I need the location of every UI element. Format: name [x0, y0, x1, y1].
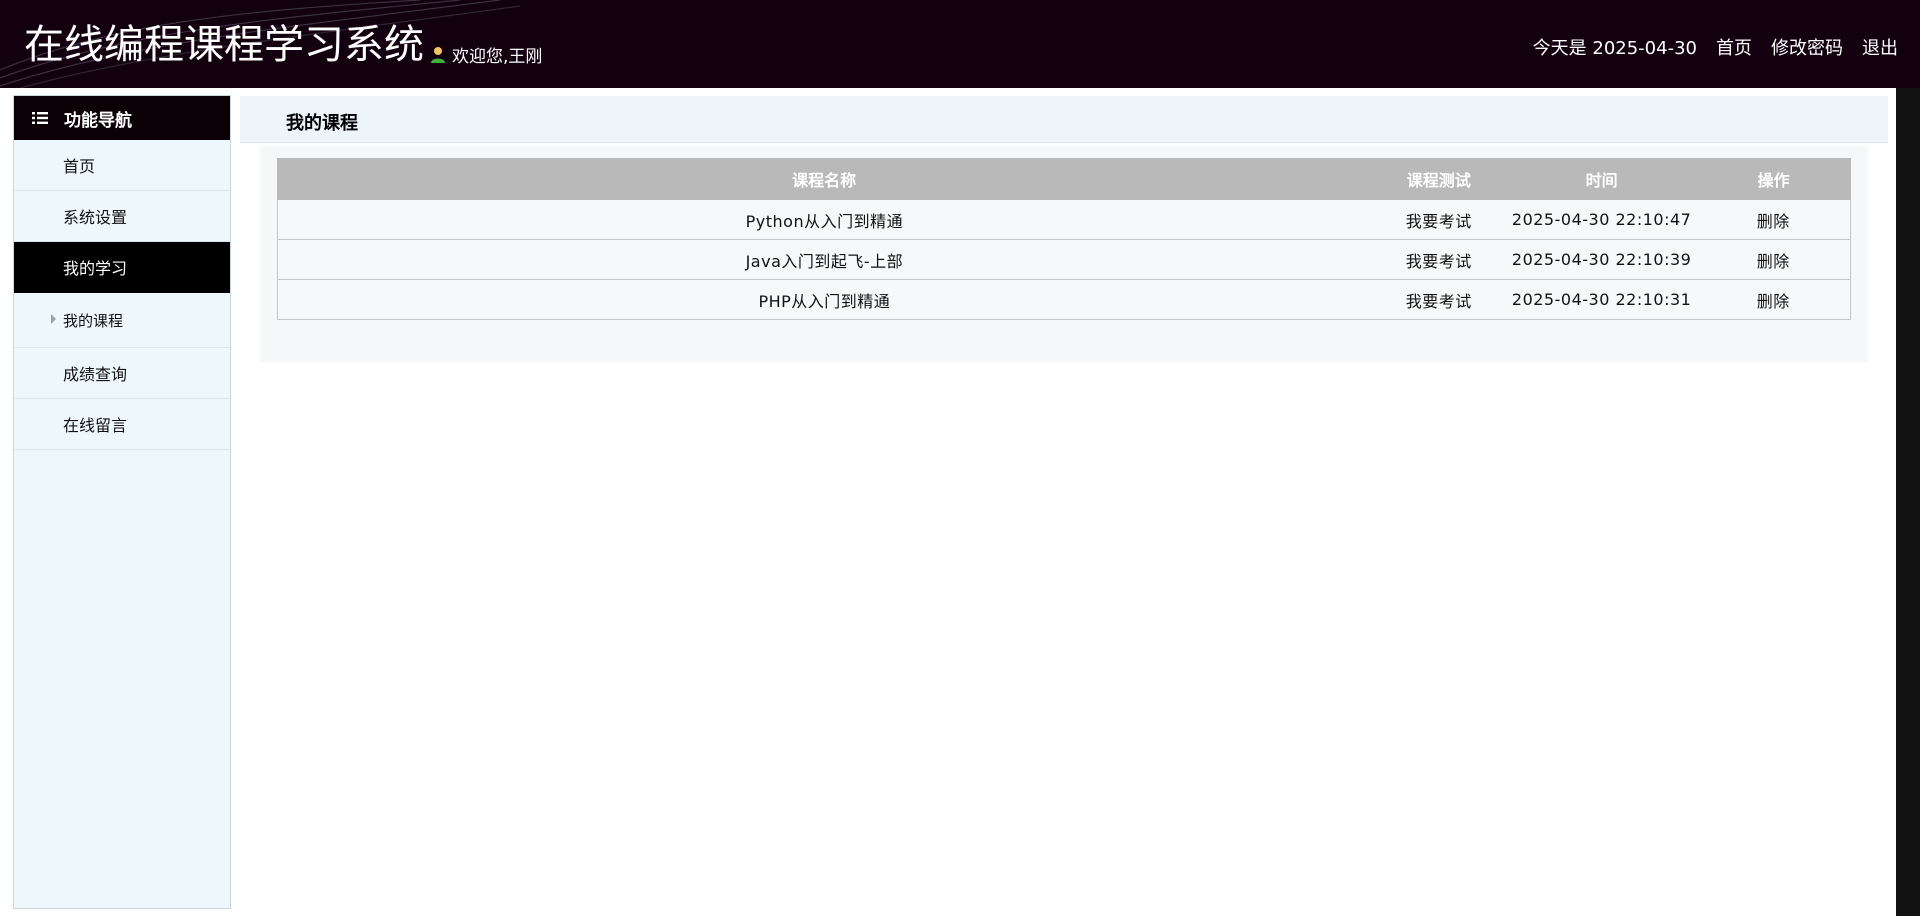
- course-time: 2025-04-30 22:10:47: [1506, 199, 1697, 240]
- course-name: Java入门到起飞-上部: [276, 239, 1371, 280]
- sidebar-item-label: 在线留言: [63, 416, 128, 435]
- table-row: PHP从入门到精通 我要考试 2025-04-30 22:10:31 删除: [276, 279, 1851, 320]
- course-time: 2025-04-30 22:10:31: [1506, 279, 1697, 320]
- sidebar-item-grade-query[interactable]: 成绩查询: [14, 348, 230, 399]
- delete-link[interactable]: 删除: [1696, 199, 1851, 240]
- sidebar-item-label: 系统设置: [63, 208, 128, 227]
- column-header-action: 操作: [1696, 158, 1851, 200]
- current-date: 今天是 2025-04-30: [1532, 38, 1697, 59]
- sidebar-heading: 功能导航: [14, 96, 230, 140]
- course-panel: 课程名称 课程测试 时间 操作 Python从入门到精通 我要考试 2025-0…: [260, 146, 1868, 362]
- sidebar-item-label: 我的学习: [63, 259, 128, 278]
- page-title: 我的课程: [286, 113, 358, 134]
- sidebar-item-label: 首页: [63, 157, 96, 176]
- course-name: Python从入门到精通: [276, 199, 1371, 240]
- welcome-text: 欢迎您,王刚: [452, 47, 543, 67]
- list-icon: [32, 112, 48, 124]
- app-title: 在线编程课程学习系统: [24, 22, 424, 68]
- table-header-row: 课程名称 课程测试 时间 操作: [276, 158, 1851, 200]
- course-name: PHP从入门到精通: [276, 279, 1371, 320]
- take-exam-link[interactable]: 我要考试: [1370, 279, 1507, 320]
- logout-link[interactable]: 退出: [1862, 34, 1898, 60]
- welcome-message: 欢迎您,王刚: [430, 42, 542, 67]
- change-password-link[interactable]: 修改密码: [1771, 34, 1843, 60]
- user-icon: [431, 46, 445, 63]
- sidebar: 功能导航 首页 系统设置 我的学习 我的课程 成绩查询 在线留言: [13, 95, 231, 909]
- sidebar-item-label: 我的课程: [63, 311, 124, 330]
- course-time: 2025-04-30 22:10:39: [1506, 239, 1697, 280]
- column-header-course-test: 课程测试: [1370, 158, 1508, 200]
- take-exam-link[interactable]: 我要考试: [1370, 239, 1507, 280]
- sidebar-heading-label: 功能导航: [64, 110, 132, 131]
- page-title-bar: 我的课程: [240, 96, 1888, 143]
- delete-link[interactable]: 删除: [1696, 239, 1851, 280]
- sidebar-item-label: 成绩查询: [63, 365, 128, 384]
- home-link[interactable]: 首页: [1716, 34, 1752, 60]
- sidebar-item-home[interactable]: 首页: [14, 140, 230, 191]
- table-row: Java入门到起飞-上部 我要考试 2025-04-30 22:10:39 删除: [276, 239, 1851, 280]
- column-header-time: 时间: [1506, 158, 1698, 200]
- delete-link[interactable]: 删除: [1696, 279, 1851, 320]
- right-edge-strip: [1896, 88, 1920, 916]
- sidebar-item-my-learning[interactable]: 我的学习: [14, 242, 230, 293]
- sidebar-item-online-message[interactable]: 在线留言: [14, 399, 230, 450]
- sidebar-item-system-settings[interactable]: 系统设置: [14, 191, 230, 242]
- top-header: 在线编程课程学习系统 欢迎您,王刚 今天是 2025-04-30 首页 修改密码…: [0, 0, 1920, 88]
- sidebar-item-my-courses[interactable]: 我的课程: [14, 293, 230, 348]
- course-table: 课程名称 课程测试 时间 操作 Python从入门到精通 我要考试 2025-0…: [276, 158, 1851, 320]
- table-row: Python从入门到精通 我要考试 2025-04-30 22:10:47 删除: [276, 199, 1851, 240]
- caret-right-icon: [51, 314, 56, 324]
- top-nav: 今天是 2025-04-30 首页 修改密码 退出: [1514, 34, 1898, 60]
- column-header-course-name: 课程名称: [276, 158, 1372, 200]
- take-exam-link[interactable]: 我要考试: [1370, 199, 1507, 240]
